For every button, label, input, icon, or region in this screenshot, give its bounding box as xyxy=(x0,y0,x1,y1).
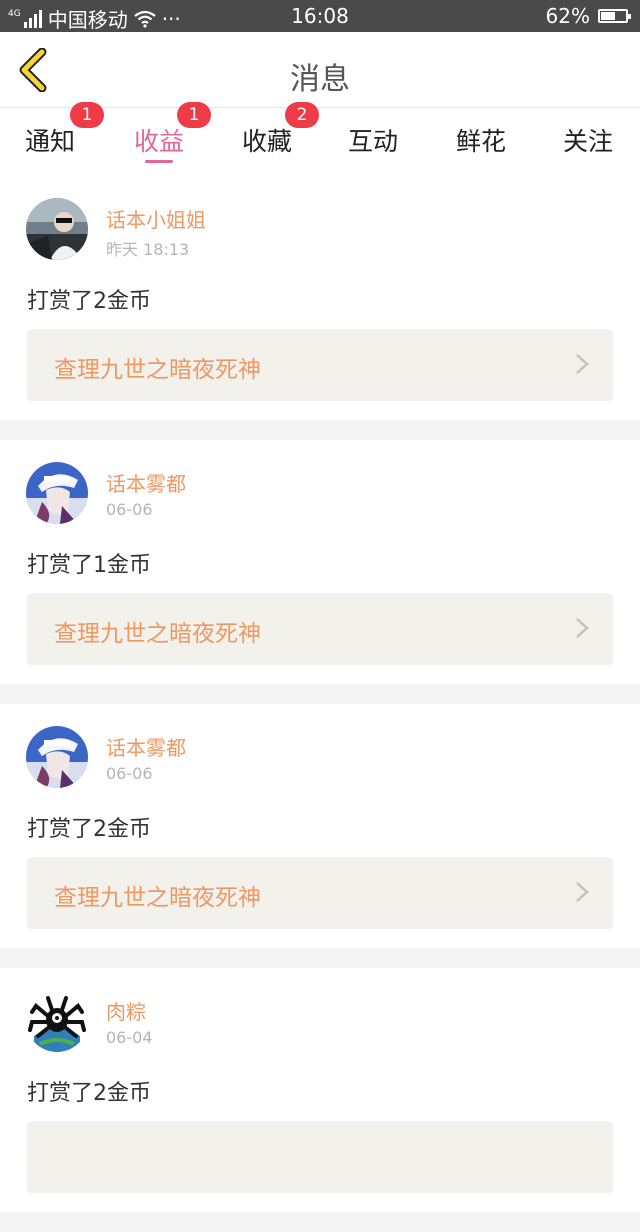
message-card: 话本小姐姐 昨天 18:13 打赏了2金币 查理九世之暗夜死神 xyxy=(0,176,640,420)
message-card: 肉粽 06-04 打赏了2金币 xyxy=(0,968,640,1212)
message-text: 打赏了2金币 xyxy=(27,817,151,842)
timestamp: 昨天 18:13 xyxy=(106,240,190,259)
timestamp: 06-06 xyxy=(106,500,153,519)
badge-count: 1 xyxy=(70,102,104,128)
message-card: 话本雾都 06-06 打赏了2金币 查理九世之暗夜死神 xyxy=(0,704,640,948)
work-link[interactable] xyxy=(27,1121,613,1193)
username[interactable]: 话本小姐姐 xyxy=(106,204,206,233)
username[interactable]: 肉粽 xyxy=(106,996,146,1025)
status-right: 62% xyxy=(545,4,631,28)
avatar[interactable] xyxy=(26,726,88,788)
battery-percent: 62% xyxy=(545,4,590,28)
avatar[interactable] xyxy=(26,990,88,1052)
work-link[interactable]: 查理九世之暗夜死神 xyxy=(27,329,613,401)
avatar[interactable] xyxy=(26,198,88,260)
chevron-right-icon xyxy=(576,354,589,374)
tab-bar: 通知 1 收益 1 收藏 2 互动 鲜花 关注 xyxy=(0,102,640,176)
tab-interactions[interactable]: 互动 xyxy=(323,108,423,176)
tab-notifications[interactable]: 通知 1 xyxy=(0,102,104,176)
tab-label: 关注 xyxy=(562,127,613,156)
tab-flowers[interactable]: 鲜花 xyxy=(431,108,531,176)
anime-avatar-icon xyxy=(26,726,88,788)
status-time: 16:08 xyxy=(291,4,349,28)
tab-following[interactable]: 关注 xyxy=(538,108,638,176)
timestamp: 06-04 xyxy=(106,1028,153,1047)
message-list: 话本小姐姐 昨天 18:13 打赏了2金币 查理九世之暗夜死神 话本雾都 06-… xyxy=(0,176,640,1232)
chevron-right-icon xyxy=(576,882,589,902)
timestamp: 06-06 xyxy=(106,764,153,783)
message-text: 打赏了2金币 xyxy=(27,289,151,314)
message-text: 打赏了1金币 xyxy=(27,553,151,578)
active-tab-indicator xyxy=(145,160,173,163)
work-link[interactable]: 查理九世之暗夜死神 xyxy=(27,857,613,929)
avatar[interactable] xyxy=(26,462,88,524)
username[interactable]: 话本雾都 xyxy=(106,468,186,497)
battery-icon xyxy=(598,9,631,23)
work-title: 查理九世之暗夜死神 xyxy=(54,885,261,911)
username[interactable]: 话本雾都 xyxy=(106,732,186,761)
spider-avatar-icon xyxy=(26,990,88,1052)
tab-label: 互动 xyxy=(347,127,398,156)
tab-label: 鲜花 xyxy=(455,127,506,156)
page-title: 消息 xyxy=(290,62,350,97)
message-text: 打赏了2金币 xyxy=(27,1081,151,1106)
chevron-right-icon xyxy=(576,618,589,638)
badge-count: 2 xyxy=(285,102,319,128)
badge-count: 1 xyxy=(177,102,211,128)
tab-favorites[interactable]: 收藏 2 xyxy=(217,102,319,176)
anime-avatar-icon xyxy=(26,462,88,524)
photo-avatar-icon xyxy=(26,198,88,260)
work-title: 查理九世之暗夜死神 xyxy=(54,621,261,647)
tab-earnings[interactable]: 收益 1 xyxy=(109,102,211,176)
message-card: 话本雾都 06-06 打赏了1金币 查理九世之暗夜死神 xyxy=(0,440,640,684)
work-link[interactable]: 查理九世之暗夜死神 xyxy=(27,593,613,665)
status-bar: 4G 中国移动 ··· 16:08 62% xyxy=(0,0,640,32)
nav-bar: 消息 xyxy=(0,32,640,108)
work-title: 查理九世之暗夜死神 xyxy=(54,357,261,383)
